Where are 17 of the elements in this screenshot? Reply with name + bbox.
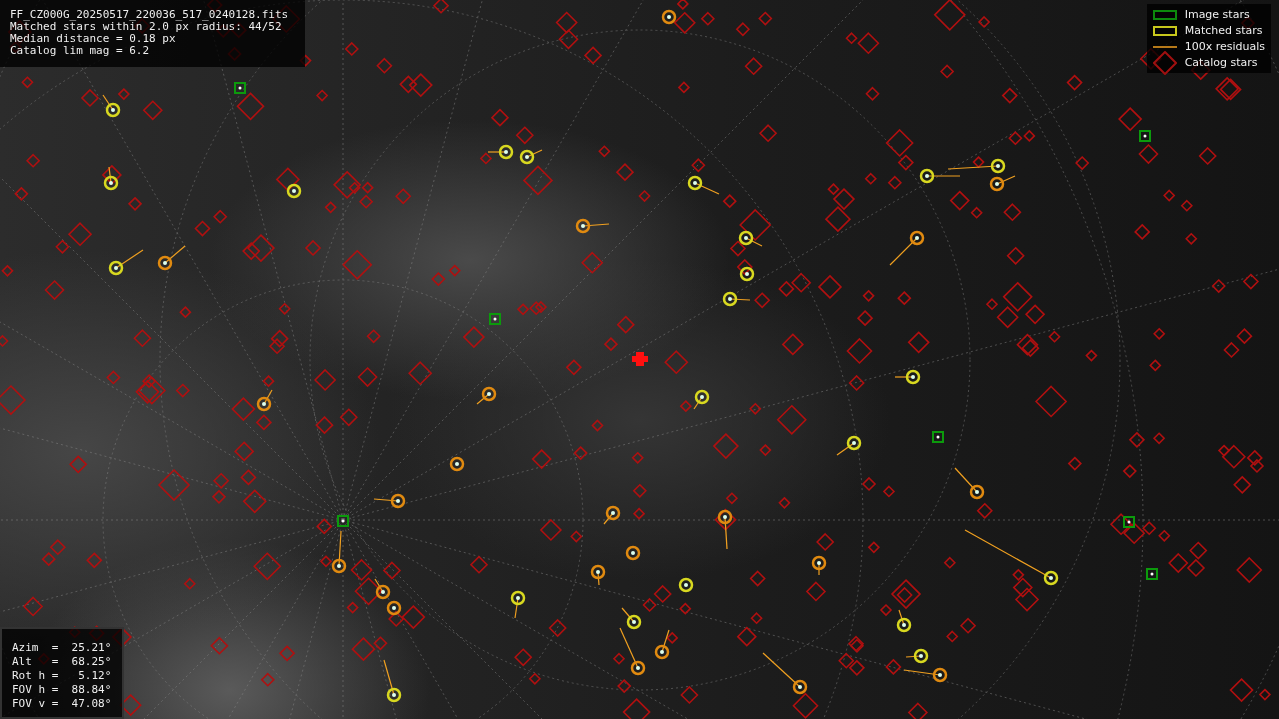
legend-label: 100x residuals: [1184, 41, 1265, 53]
pointing-text: Rot h = 5.12°: [12, 669, 112, 683]
info-text: FF_CZ000G_20250517_220036_517_0240128.fits: [10, 9, 290, 21]
pointing-text: Azim = 25.21°: [12, 641, 112, 655]
pointing-text: FOV h = 88.84°: [12, 683, 112, 697]
legend-label: Catalog stars: [1184, 57, 1258, 69]
legend-label: Image stars: [1184, 9, 1250, 21]
info-text: Catalog lim mag = 6.2: [10, 45, 151, 57]
square-icon: [1152, 26, 1177, 36]
square-icon: [1152, 10, 1177, 20]
info-text: Median distance = 0.18 px: [10, 33, 177, 45]
pointing-text: FOV v = 47.08°: [12, 697, 112, 711]
info-text: Matched stars within 2.0 px radius: 44/52: [10, 21, 282, 33]
legend-label: Matched stars: [1184, 25, 1263, 37]
diamond-icon: [1152, 51, 1177, 75]
line-icon: [1152, 46, 1177, 48]
pointing-text: Alt = 68.25°: [12, 655, 112, 669]
